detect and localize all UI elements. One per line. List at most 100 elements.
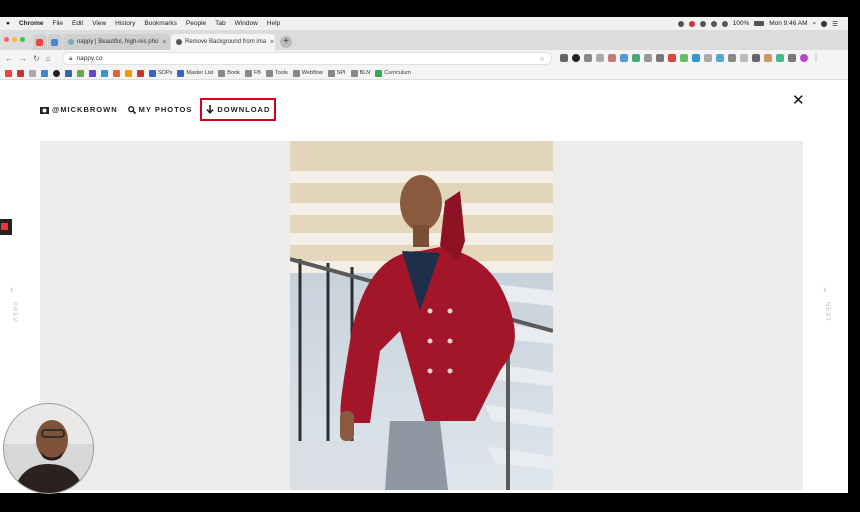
extension-icon[interactable] [788, 54, 796, 62]
user-link[interactable]: @MICKBROWN [40, 105, 118, 114]
folder-icon [244, 69, 252, 77]
prev-label[interactable]: PREV [11, 302, 17, 322]
extension-icon[interactable] [680, 54, 688, 62]
bookmark-icon[interactable] [65, 69, 72, 77]
clock[interactable]: Mon 9:46 AM [769, 20, 807, 27]
window-controls [4, 37, 25, 42]
pinned-tab-icon [36, 38, 43, 46]
menu-people[interactable]: People [186, 20, 206, 27]
bookmark-icon[interactable] [113, 69, 120, 77]
wifi-icon[interactable] [721, 20, 728, 27]
folder-icon [265, 69, 273, 77]
bookmark-icon[interactable] [29, 69, 36, 77]
forward-icon[interactable]: → [19, 54, 27, 63]
profile-avatar-icon[interactable] [800, 54, 808, 62]
extension-icon[interactable] [572, 54, 580, 62]
menu-help[interactable]: Help [267, 20, 280, 27]
pinned-tab[interactable] [33, 34, 47, 50]
reload-icon[interactable]: ↻ [33, 54, 40, 63]
bookmark-icon[interactable] [101, 69, 108, 77]
zoom-window-icon[interactable] [20, 37, 25, 42]
extension-icon[interactable] [716, 54, 724, 62]
webcam-overlay [3, 403, 94, 494]
back-icon[interactable]: ← [5, 54, 13, 63]
extension-icon[interactable] [728, 54, 736, 62]
bookmark-sops[interactable]: SOPs [149, 69, 172, 77]
bookmark-icon[interactable] [137, 69, 144, 77]
bookmark-star-icon[interactable]: ☆ [539, 55, 551, 63]
bookmark-label: FB [253, 70, 261, 76]
search-icon[interactable]: ⌕ [813, 20, 817, 28]
menu-window[interactable]: Window [235, 20, 258, 27]
menu-dots-icon[interactable]: ⋮ [812, 54, 820, 62]
cloud-icon[interactable] [677, 20, 684, 27]
next-label[interactable]: NEXT [824, 302, 830, 322]
extension-icon[interactable] [704, 54, 712, 62]
apple-icon[interactable]: ● [6, 20, 10, 27]
extension-icon[interactable] [692, 54, 700, 62]
download-button[interactable]: DOWNLOAD [200, 98, 277, 121]
extension-icon[interactable] [596, 54, 604, 62]
prev-chevron-icon[interactable]: ‹ [10, 284, 14, 296]
home-icon[interactable]: ⌂ [46, 54, 51, 63]
gmail-icon[interactable] [17, 69, 24, 77]
tab-nappy[interactable]: nappy | Beautiful, high-res pho × [63, 34, 170, 50]
next-chevron-icon[interactable]: › [823, 284, 827, 296]
extension-icon[interactable] [764, 54, 772, 62]
bookmark-icon[interactable] [41, 69, 48, 77]
bookmark-webflow[interactable]: Webflow [292, 69, 323, 77]
battery-percent[interactable]: 100% [733, 20, 750, 27]
extension-icon[interactable] [644, 54, 652, 62]
extension-icon[interactable] [560, 54, 568, 62]
menu-tab[interactable]: Tab [215, 20, 225, 27]
extension-icon[interactable] [656, 54, 664, 62]
bookmark-master-list[interactable]: Master List [177, 69, 214, 77]
bookmark-icon[interactable] [53, 69, 60, 77]
bookmark-tools[interactable]: Tools [265, 69, 288, 77]
bookmark-fb[interactable]: FB [244, 69, 261, 77]
extension-icon[interactable] [668, 54, 676, 62]
menu-file[interactable]: File [53, 20, 63, 27]
address-bar[interactable]: 🔒︎ nappy.co ☆ [62, 52, 552, 65]
new-tab-button[interactable]: + [280, 36, 292, 48]
bookmark-label: SPI [336, 70, 346, 76]
status-icon[interactable] [699, 20, 706, 27]
bookmark-spi[interactable]: SPI [327, 69, 346, 77]
extension-icon[interactable] [584, 54, 592, 62]
folder-icon [218, 69, 226, 77]
close-icon[interactable]: ✕ [792, 93, 805, 108]
minimize-window-icon[interactable] [12, 37, 17, 42]
close-tab-icon[interactable]: × [158, 39, 166, 46]
menu-view[interactable]: View [92, 20, 106, 27]
extension-icon[interactable] [776, 54, 784, 62]
menu-bookmarks[interactable]: Bookmarks [144, 20, 177, 27]
status-icon[interactable] [710, 20, 717, 27]
bookmark-icon[interactable] [77, 69, 84, 77]
bookmark-icon[interactable] [125, 69, 132, 77]
bookmark-icon[interactable] [5, 69, 12, 77]
bookmark-label: Master List [186, 70, 214, 76]
extension-icon[interactable] [608, 54, 616, 62]
pinned-tab[interactable] [48, 34, 62, 50]
extension-icon[interactable] [632, 54, 640, 62]
record-icon[interactable] [688, 20, 695, 27]
close-window-icon[interactable] [4, 37, 9, 42]
my-photos-link[interactable]: MY PHOTOS [127, 105, 193, 114]
menu-edit[interactable]: Edit [72, 20, 83, 27]
bookmark-curriculum[interactable]: Curriculum [375, 69, 411, 77]
bookmark-bln[interactable]: BLN [350, 69, 370, 77]
menu-app[interactable]: Chrome [19, 20, 44, 27]
battery-icon[interactable] [754, 21, 765, 26]
bookmarks-bar: SOPs Master List Book FB Tools Webflow S… [0, 67, 848, 80]
extension-icon[interactable] [752, 54, 760, 62]
bookmark-book[interactable]: Book [218, 69, 240, 77]
extension-icon[interactable] [740, 54, 748, 62]
siri-icon[interactable] [821, 20, 828, 27]
folder-icon [292, 69, 300, 77]
notifications-icon[interactable]: ☰ [832, 20, 838, 28]
close-tab-icon[interactable]: × [266, 39, 274, 46]
bookmark-icon[interactable] [89, 69, 96, 77]
menu-history[interactable]: History [115, 20, 135, 27]
extension-icon[interactable] [620, 54, 628, 62]
tab-remove-background[interactable]: Remove Background from ima × [171, 34, 275, 50]
